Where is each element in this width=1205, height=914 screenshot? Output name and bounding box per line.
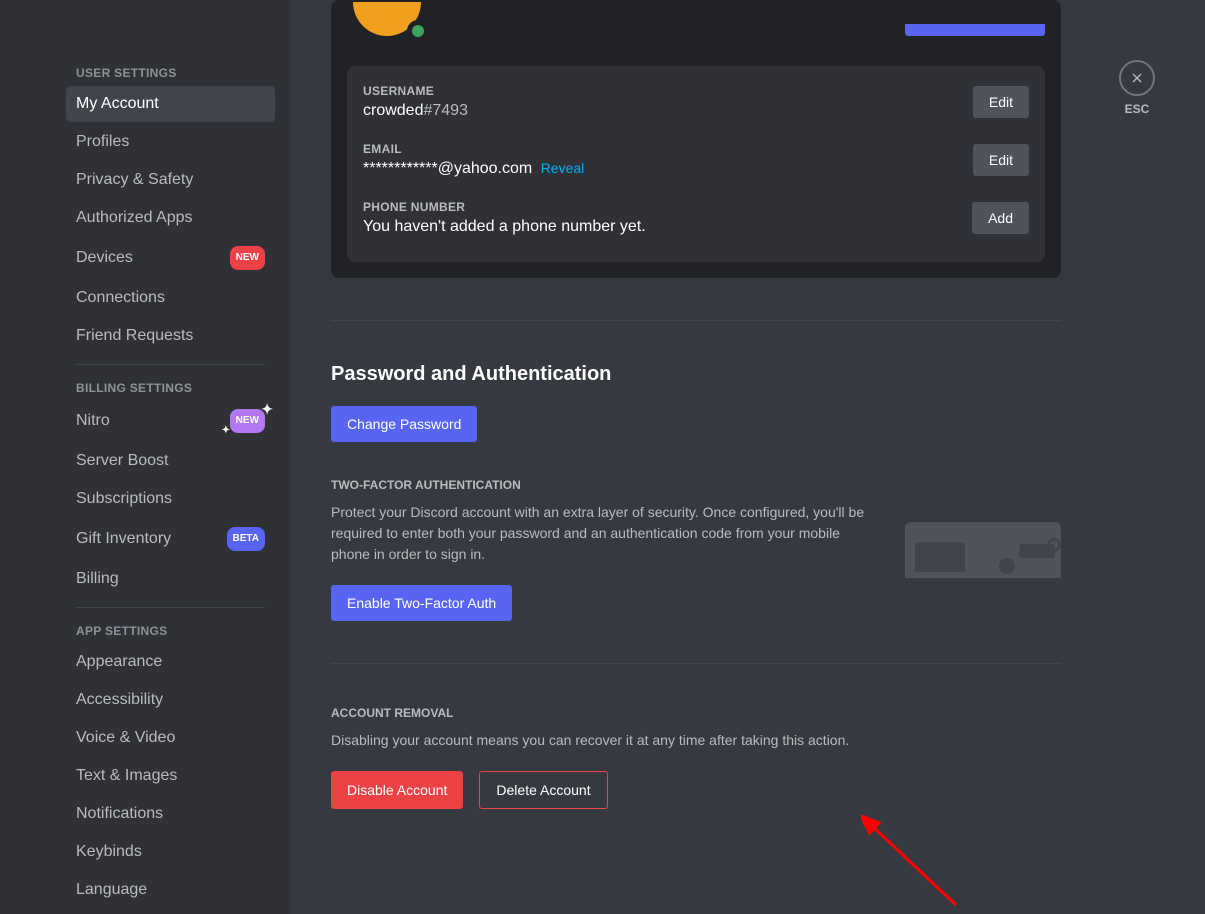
sparkle-icon: ✦ — [261, 399, 273, 419]
sidebar-divider — [76, 607, 265, 608]
close-button[interactable] — [1119, 60, 1155, 96]
sidebar-item-language[interactable]: Language — [66, 872, 275, 908]
section-header-user: USER SETTINGS — [66, 60, 275, 86]
phone-row: PHONE NUMBER You haven't added a phone n… — [363, 200, 1029, 236]
close-label: ESC — [1119, 102, 1155, 116]
sidebar-item-connections[interactable]: Connections — [66, 280, 275, 316]
email-row: EMAIL ************@yahoo.com Reveal Edit — [363, 142, 1029, 178]
sidebar-item-privacy[interactable]: Privacy & Safety — [66, 162, 275, 198]
sidebar-divider — [76, 364, 265, 365]
twofa-description: Protect your Discord account with an ext… — [331, 502, 875, 565]
avatar[interactable] — [347, 16, 429, 36]
settings-sidebar: USER SETTINGS My Account Profiles Privac… — [0, 0, 291, 914]
sidebar-item-billing[interactable]: Billing — [66, 561, 275, 597]
password-auth-section: Password and Authentication Change Passw… — [331, 363, 1061, 621]
username-row: USERNAME crowded#7493 Edit — [363, 84, 1029, 120]
annotation-arrow-icon — [861, 815, 981, 914]
status-online-icon — [407, 20, 429, 42]
new-badge: NEW — [230, 246, 265, 270]
sidebar-item-my-account[interactable]: My Account — [66, 86, 275, 122]
enable-twofa-button[interactable]: Enable Two-Factor Auth — [331, 585, 512, 621]
sidebar-item-notifications[interactable]: Notifications — [66, 796, 275, 832]
section-divider — [331, 663, 1061, 664]
twofa-illustration — [905, 522, 1061, 578]
new-badge-nitro: NEW ✦ ✦ — [230, 409, 265, 433]
content-area: USERNAME crowded#7493 Edit EMAIL *******… — [291, 0, 1205, 914]
removal-header: ACCOUNT REMOVAL — [331, 706, 1061, 720]
sidebar-item-keybinds[interactable]: Keybinds — [66, 834, 275, 870]
section-header-billing: BILLING SETTINGS — [66, 375, 275, 401]
phone-label: PHONE NUMBER — [363, 200, 646, 214]
sidebar-item-devices[interactable]: Devices NEW — [66, 238, 275, 278]
username-value: crowded#7493 — [363, 102, 468, 120]
account-removal-section: ACCOUNT REMOVAL Disabling your account m… — [331, 706, 1061, 809]
username-label: USERNAME — [363, 84, 468, 98]
account-info-box: USERNAME crowded#7493 Edit EMAIL *******… — [347, 66, 1045, 262]
reveal-email-link[interactable]: Reveal — [541, 160, 585, 176]
add-phone-button[interactable]: Add — [972, 202, 1029, 234]
sidebar-item-appearance[interactable]: Appearance — [66, 644, 275, 680]
sidebar-item-text-images[interactable]: Text & Images — [66, 758, 275, 794]
section-header-app: APP SETTINGS — [66, 618, 275, 644]
sidebar-item-profiles[interactable]: Profiles — [66, 124, 275, 160]
discriminator: #7493 — [423, 102, 468, 119]
email-label: EMAIL — [363, 142, 584, 156]
sidebar-item-accessibility[interactable]: Accessibility — [66, 682, 275, 718]
change-password-button[interactable]: Change Password — [331, 406, 477, 442]
account-card: USERNAME crowded#7493 Edit EMAIL *******… — [331, 0, 1061, 278]
section-divider — [331, 320, 1061, 321]
sidebar-item-authorized-apps[interactable]: Authorized Apps — [66, 200, 275, 236]
sparkle-icon: ✦ — [222, 421, 230, 441]
disable-account-button[interactable]: Disable Account — [331, 771, 463, 809]
removal-description: Disabling your account means you can rec… — [331, 730, 891, 751]
email-value: ************@yahoo.com Reveal — [363, 160, 584, 178]
delete-account-button[interactable]: Delete Account — [479, 771, 607, 809]
edit-email-button[interactable]: Edit — [973, 144, 1029, 176]
sidebar-item-subscriptions[interactable]: Subscriptions — [66, 481, 275, 517]
sidebar-item-nitro[interactable]: Nitro NEW ✦ ✦ — [66, 401, 275, 441]
beta-badge: BETA — [227, 527, 265, 551]
password-section-title: Password and Authentication — [331, 363, 1061, 386]
close-icon — [1129, 70, 1145, 86]
sidebar-item-server-boost[interactable]: Server Boost — [66, 443, 275, 479]
phone-value: You haven't added a phone number yet. — [363, 218, 646, 236]
close-settings: ESC — [1119, 60, 1155, 116]
edit-profile-button[interactable] — [905, 24, 1045, 36]
sidebar-item-friend-requests[interactable]: Friend Requests — [66, 318, 275, 354]
sidebar-item-gift-inventory[interactable]: Gift Inventory BETA — [66, 519, 275, 559]
edit-username-button[interactable]: Edit — [973, 86, 1029, 118]
sidebar-item-voice-video[interactable]: Voice & Video — [66, 720, 275, 756]
twofa-header: TWO-FACTOR AUTHENTICATION — [331, 478, 875, 492]
